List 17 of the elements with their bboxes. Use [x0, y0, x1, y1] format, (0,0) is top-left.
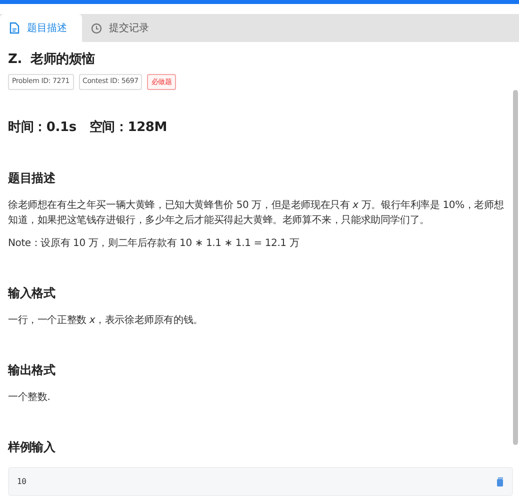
paragraph: 徐老师想在有生之年买一辆大黄蜂，已知大黄蜂售价 50 万，但是老师现在只有 x 万。银行年利率是 10%，老师想知道，如果把这笔钱存进银行，多少年之后才能买得起大黄蜂。老师算不来，只能求助同学们了。: [8, 198, 505, 228]
section-heading: 题目描述: [8, 170, 56, 187]
scrollbar[interactable]: [513, 90, 518, 445]
problem-title: Z. 老师的烦恼: [8, 50, 96, 68]
paragraph: 一行，一个正整数 x，表示徐老师原有的钱。: [8, 314, 204, 328]
tab[interactable]: 提交记录: [82, 14, 164, 42]
code-text: 10: [17, 477, 26, 486]
section-heading: 输入格式: [8, 285, 56, 302]
paragraph: 一个整数.: [8, 391, 52, 405]
copy-icon[interactable]: [496, 476, 504, 486]
document-icon: [9, 22, 20, 34]
section-heading: 输出格式: [8, 362, 56, 379]
section-heading: 样例输入: [8, 439, 56, 456]
clock-icon: [91, 22, 102, 34]
tab[interactable]: 题目描述: [0, 14, 82, 42]
paragraph: Note：设原有 10 万，则二年后存款有 10 ∗ 1.1 ∗ 1.1 = 12.1 万: [8, 236, 300, 251]
limits-text: 时间：0.1s 空间：128M: [8, 118, 168, 136]
